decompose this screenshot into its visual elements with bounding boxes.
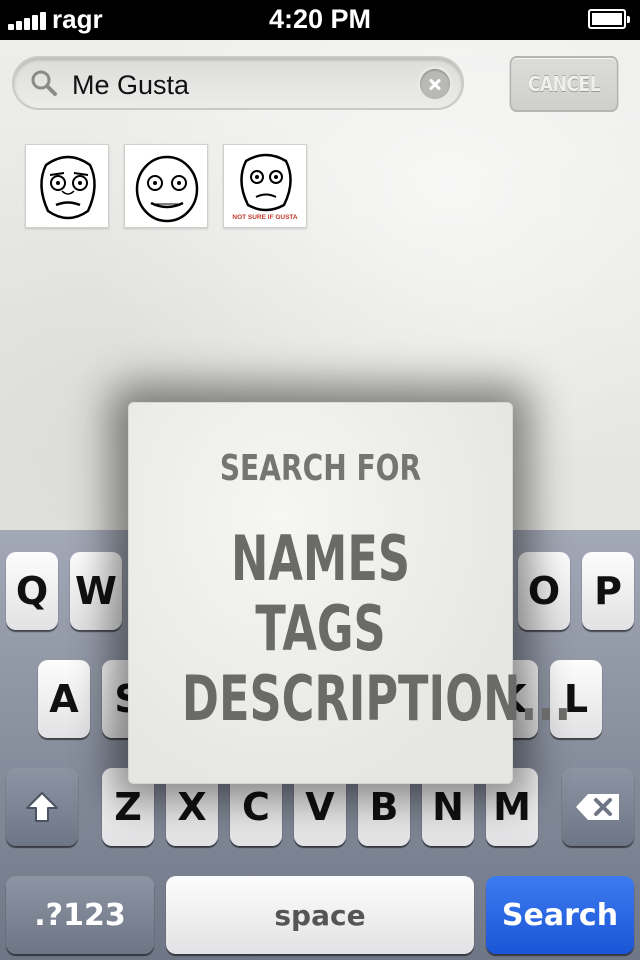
popup-line-description: DESCRIPTION... [181,662,572,735]
shift-key[interactable] [6,768,78,846]
key-p[interactable]: P [582,552,634,630]
key-q[interactable]: Q [6,552,58,630]
backspace-icon [576,794,619,820]
thumbnail-caption: NOT SURE IF GUSTA [232,214,298,221]
search-icon [31,70,57,96]
battery-icon [588,9,630,29]
search-input[interactable] [70,66,414,104]
backspace-key[interactable] [562,768,634,846]
key-w[interactable]: W [70,552,122,630]
clear-icon[interactable] [420,69,450,99]
shift-arrow-icon [26,792,58,822]
search-key[interactable]: Search [486,876,634,954]
result-thumbnail[interactable] [124,144,208,228]
search-bar[interactable] [12,56,464,110]
result-thumbnail[interactable]: NOT SURE IF GUSTA [223,144,307,228]
popup-line-tags: TAGS [255,592,386,665]
me-gusta-face-icon [135,155,199,223]
clock: 4:20 PM [268,4,372,34]
popup-heading: SEARCH FOR [219,448,422,489]
status-bar: ragr 4:20 PM [0,0,640,40]
key-o[interactable]: O [518,552,570,630]
numbers-key[interactable]: .?123 [6,876,154,954]
key-a[interactable]: A [38,660,90,738]
cancel-button[interactable]: CANCEL [509,56,619,112]
me-gusta-face-icon [40,155,96,220]
popup-line-names: NAMES [231,522,410,595]
space-key[interactable]: space [166,876,474,954]
result-thumbnail[interactable] [25,144,109,228]
search-hint-popup: SEARCH FOR NAMES TAGS DESCRIPTION... [128,402,572,784]
